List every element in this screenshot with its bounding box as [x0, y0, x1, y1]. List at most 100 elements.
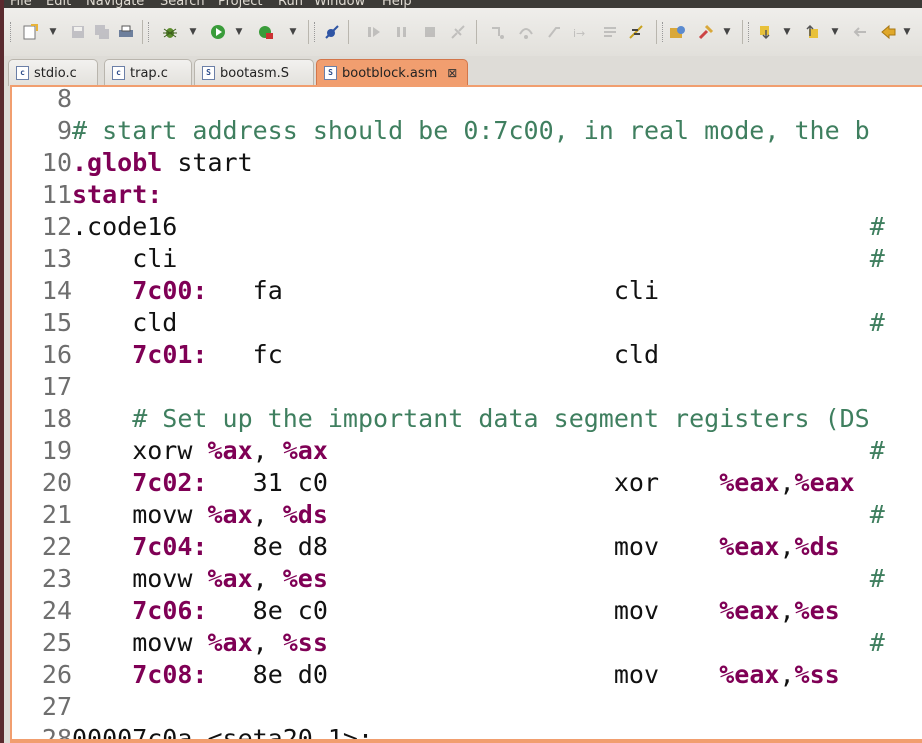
- svg-text:i→: i→: [573, 27, 585, 40]
- code-line[interactable]: 22 7c04: 8e d8 mov %eax,%ds: [12, 531, 922, 563]
- code-line[interactable]: 16 7c01: fc cld: [12, 339, 922, 371]
- code-line[interactable]: 27: [12, 691, 922, 723]
- code-text[interactable]: movw %ax, %es #: [72, 564, 885, 593]
- line-number: 16: [41, 340, 72, 369]
- menu-window[interactable]: Window: [314, 0, 365, 8]
- code-editor[interactable]: 8 9# start address should be 0:7c00, in r…: [10, 85, 922, 742]
- step-return-icon[interactable]: [544, 22, 564, 42]
- prev-annotation-icon[interactable]: [802, 22, 822, 42]
- debug-icon[interactable]: [160, 22, 180, 42]
- code-text[interactable]: start:: [72, 180, 162, 209]
- menu-navigate[interactable]: Navigate: [86, 0, 144, 8]
- code-line[interactable]: 18 # Set up the important data segment r…: [12, 403, 922, 435]
- toolbar-grip[interactable]: [10, 22, 14, 42]
- open-perspective-icon[interactable]: [668, 22, 688, 42]
- code-line[interactable]: 26 7c08: 8e d0 mov %eax,%ss: [12, 659, 922, 691]
- tab-trap-c[interactable]: c trap.c: [104, 59, 192, 86]
- skip-breakpoints-icon[interactable]: [322, 22, 342, 42]
- tab-stdio-c[interactable]: c stdio.c: [8, 59, 98, 86]
- code-line[interactable]: 14 7c00: fa cli: [12, 275, 922, 307]
- code-line[interactable]: 23 movw %ax, %es #: [12, 563, 922, 595]
- last-edit-icon[interactable]: [850, 22, 870, 42]
- code-line[interactable]: 8: [12, 87, 922, 115]
- debug-dropdown-icon[interactable]: ▼: [188, 22, 198, 42]
- code-text[interactable]: 7c08: 8e d0 mov %eax,%ss: [72, 660, 839, 689]
- code-line[interactable]: 24 7c06: 8e c0 mov %eax,%es: [12, 595, 922, 627]
- tab-bootblock-asm[interactable]: S bootblock.asm ⊠: [316, 59, 468, 86]
- next-annotation-dropdown-icon[interactable]: ▼: [782, 22, 792, 42]
- code-line[interactable]: 9# start address should be 0:7c00, in re…: [12, 115, 922, 147]
- code-text[interactable]: 7c06: 8e c0 mov %eax,%es: [72, 596, 839, 625]
- terminate-icon[interactable]: [420, 22, 440, 42]
- menu-edit[interactable]: Edit: [46, 0, 71, 8]
- instruction-step-icon[interactable]: i→: [570, 22, 590, 42]
- back-dropdown-icon[interactable]: ▼: [902, 22, 912, 42]
- close-icon[interactable]: ⊠: [447, 66, 457, 80]
- toolbar-grip[interactable]: [314, 22, 318, 42]
- code-line[interactable]: 11start:: [12, 179, 922, 211]
- code-text[interactable]: 7c01: fc cld: [72, 340, 659, 369]
- external-tools-dropdown-icon[interactable]: ▼: [288, 22, 298, 42]
- line-number: 19: [41, 436, 72, 465]
- menu-file[interactable]: File: [10, 0, 32, 8]
- tab-label: stdio.c: [34, 65, 77, 81]
- next-annotation-icon[interactable]: [756, 22, 776, 42]
- menu-help[interactable]: Help: [382, 0, 412, 8]
- resume-icon[interactable]: [364, 22, 384, 42]
- code-text[interactable]: 7c00: fa cli: [72, 276, 659, 305]
- code-text[interactable]: .globl start: [72, 148, 253, 177]
- drop-to-frame-icon[interactable]: [626, 22, 646, 42]
- disconnect-icon[interactable]: [448, 22, 468, 42]
- external-tools-icon[interactable]: [256, 22, 276, 42]
- line-number: 10: [41, 148, 72, 177]
- new-icon[interactable]: [20, 22, 40, 42]
- save-icon[interactable]: [68, 22, 88, 42]
- prev-annotation-dropdown-icon[interactable]: ▼: [830, 22, 840, 42]
- code-line[interactable]: 12.code16 #: [12, 211, 922, 243]
- code-line[interactable]: 20 7c02: 31 c0 xor %eax,%eax: [12, 467, 922, 499]
- menu-run[interactable]: Run: [278, 0, 303, 8]
- code-line[interactable]: 15 cld #: [12, 307, 922, 339]
- menu-project[interactable]: Project: [218, 0, 262, 8]
- run-dropdown-icon[interactable]: ▼: [234, 22, 244, 42]
- line-number: 18: [41, 404, 72, 433]
- step-into-icon[interactable]: [488, 22, 508, 42]
- menu-search[interactable]: Search: [160, 0, 205, 8]
- forward-icon[interactable]: [916, 22, 922, 42]
- line-number: 13: [41, 244, 72, 273]
- code-text[interactable]: cld #: [72, 308, 885, 337]
- suspend-icon[interactable]: [392, 22, 412, 42]
- c-file-icon: c: [16, 66, 29, 80]
- line-number: 27: [41, 692, 72, 721]
- code-text[interactable]: 7c04: 8e d8 mov %eax,%ds: [72, 532, 839, 561]
- tab-bootasm-s[interactable]: S bootasm.S: [194, 59, 314, 86]
- code-text[interactable]: # Set up the important data segment regi…: [72, 404, 870, 433]
- code-text[interactable]: movw %ax, %ds #: [72, 500, 885, 529]
- save-all-icon[interactable]: [92, 22, 112, 42]
- code-line[interactable]: 21 movw %ax, %ds #: [12, 499, 922, 531]
- code-text[interactable]: xorw %ax, %ax #: [72, 436, 885, 465]
- code-line[interactable]: 19 xorw %ax, %ax #: [12, 435, 922, 467]
- run-icon[interactable]: [208, 22, 228, 42]
- toolbar-grip[interactable]: [148, 22, 152, 42]
- back-icon[interactable]: [878, 22, 898, 42]
- use-step-filters-icon[interactable]: [600, 22, 620, 42]
- step-over-icon[interactable]: [516, 22, 536, 42]
- code-text[interactable]: 7c02: 31 c0 xor %eax,%eax: [72, 468, 855, 497]
- line-number: 23: [41, 564, 72, 593]
- code-line[interactable]: 13 cli #: [12, 243, 922, 275]
- print-icon[interactable]: [116, 22, 136, 42]
- new-dropdown-icon[interactable]: ▼: [48, 22, 58, 42]
- code-line[interactable]: 17: [12, 371, 922, 403]
- code-text[interactable]: movw %ax, %ss #: [72, 628, 885, 657]
- toolbar-grip[interactable]: [662, 22, 666, 42]
- code-line[interactable]: 25 movw %ax, %ss #: [12, 627, 922, 659]
- code-text[interactable]: # start address should be 0:7c00, in rea…: [72, 116, 870, 145]
- toolbar-grip[interactable]: [748, 22, 752, 42]
- code-text[interactable]: .code16 #: [72, 212, 885, 241]
- tasks-dropdown-icon[interactable]: ▼: [722, 22, 732, 42]
- tasks-icon[interactable]: [696, 22, 716, 42]
- code-line[interactable]: 10.globl start: [12, 147, 922, 179]
- code-text[interactable]: cli #: [72, 244, 885, 273]
- tab-label: bootasm.S: [220, 65, 290, 81]
